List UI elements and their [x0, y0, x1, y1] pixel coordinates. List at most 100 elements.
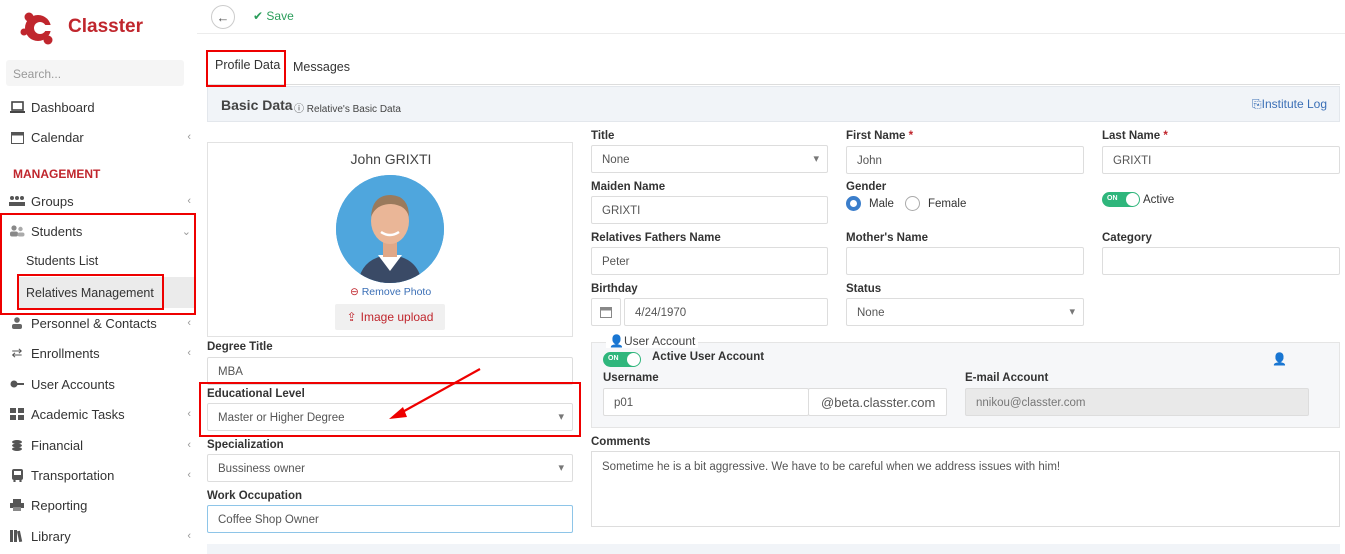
arrow-left-icon: ← — [216, 9, 230, 25]
user-lock-icon: 👤 — [609, 334, 624, 348]
nav-transportation[interactable]: Transportation ‹ — [0, 461, 197, 489]
chevron-down-icon: ⌄ — [181, 225, 191, 238]
back-button[interactable]: ← — [211, 5, 235, 29]
groups-icon — [9, 194, 25, 208]
nav-calendar[interactable]: Calendar ‹ — [0, 123, 197, 151]
sub-relatives-management[interactable]: Relatives Management — [26, 286, 154, 300]
remove-photo-link[interactable]: ⊖ Remove Photo — [350, 286, 431, 298]
profile-photo-card: John GRIXTI ⊖ Remove Photo ⇪ Image upload — [207, 142, 573, 337]
nav-enrollments[interactable]: ⇄ Enrollments ‹ — [0, 339, 197, 367]
user-settings-icon[interactable]: 👤 — [1272, 352, 1287, 366]
nav-library[interactable]: Library ‹ — [0, 522, 197, 550]
degree-title-label: Degree Title — [207, 341, 273, 353]
sub-students-list[interactable]: Students List — [26, 254, 98, 268]
fathers-name-field[interactable]: Peter — [591, 247, 828, 275]
category-field[interactable] — [1102, 247, 1340, 275]
nav-personnel-label: Personnel & Contacts — [31, 315, 157, 331]
classter-logo-icon[interactable] — [18, 10, 58, 46]
mothers-name-label: Mother's Name — [846, 232, 928, 244]
annotation-arrow-icon — [389, 368, 481, 419]
minus-circle-icon: ⊖ — [350, 286, 362, 298]
nav-reporting[interactable]: Reporting — [0, 491, 197, 519]
institute-log-link[interactable]: ⎘Institute Log — [1252, 97, 1327, 112]
nav-financial[interactable]: Financial ‹ — [0, 431, 197, 459]
panel-title: Basic Data — [221, 97, 293, 113]
required-marker: * — [908, 130, 914, 142]
tab-profile-data[interactable]: Profile Data — [215, 58, 280, 72]
comments-label: Comments — [591, 436, 651, 448]
first-name-field[interactable]: John — [846, 146, 1084, 174]
active-user-account-label: Active User Account — [652, 351, 765, 363]
tab-messages[interactable]: Messages — [293, 60, 350, 74]
maiden-name-field[interactable]: GRIXTI — [591, 196, 828, 224]
gender-male-radio[interactable] — [846, 196, 861, 211]
basic-data-header: Basic Data ⓘ Relative's Basic Data ⎘Inst… — [207, 86, 1340, 122]
key-icon — [9, 377, 25, 391]
educational-level-label: Educational Level — [207, 388, 305, 400]
tab-bar: Profile Data Messages — [207, 52, 1340, 85]
chevron-left-icon: ‹ — [187, 439, 191, 451]
email-account-field: nnikou@classter.com — [965, 388, 1309, 416]
gender-female-radio[interactable] — [905, 196, 920, 211]
upload-icon: ⇪ — [346, 310, 357, 324]
save-label: Save — [266, 9, 294, 23]
laptop-icon — [9, 100, 25, 114]
nav-groups-label: Groups — [31, 193, 74, 209]
fathers-name-label: Relatives Fathers Name — [591, 232, 721, 244]
title-label: Title — [591, 130, 615, 142]
nav-students[interactable]: Students ⌄ — [0, 217, 197, 245]
nav-groups[interactable]: Groups ‹ — [0, 187, 197, 215]
active-user-account-toggle[interactable]: ON — [603, 352, 641, 367]
specialization-select[interactable]: Bussiness owner — [207, 454, 573, 482]
users-icon — [9, 224, 25, 238]
gender-label: Gender — [846, 181, 887, 193]
sidebar: Classter Search... Dashboard Calendar ‹ … — [0, 0, 197, 554]
chevron-left-icon: ‹ — [187, 469, 191, 481]
calendar-icon[interactable] — [591, 298, 621, 326]
chevron-left-icon: ‹ — [187, 530, 191, 542]
panel-subtitle-text: Relative's Basic Data — [306, 104, 401, 115]
calendar-icon — [9, 130, 25, 144]
panel-subtitle: ⓘ Relative's Basic Data — [294, 100, 401, 115]
save-button[interactable]: ✔ Save — [253, 9, 294, 23]
nav-academic-tasks[interactable]: Academic Tasks ‹ — [0, 400, 197, 428]
mothers-name-field[interactable] — [846, 247, 1084, 275]
chevron-left-icon: ‹ — [187, 131, 191, 143]
bottom-panel-edge — [207, 544, 1340, 554]
brand-name[interactable]: Classter — [68, 16, 143, 38]
search-input[interactable]: Search... — [6, 60, 184, 86]
section-management: MANAGEMENT — [13, 167, 101, 181]
nav-reporting-label: Reporting — [31, 497, 88, 513]
info-icon: ⓘ — [294, 104, 307, 115]
person-icon — [9, 316, 25, 330]
comments-textarea[interactable]: Sometime he is a bit aggressive. We have… — [591, 451, 1340, 527]
grid-icon — [9, 407, 25, 421]
books-icon — [9, 529, 25, 543]
active-toggle[interactable]: ON — [1102, 192, 1140, 207]
avatar — [336, 175, 444, 283]
nav-user-accounts[interactable]: User Accounts — [0, 370, 197, 398]
username-label: Username — [603, 372, 659, 384]
work-occupation-field[interactable]: Coffee Shop Owner — [207, 505, 573, 533]
last-name-field[interactable]: GRIXTI — [1102, 146, 1340, 174]
printer-icon — [9, 498, 25, 512]
nav-personnel[interactable]: Personnel & Contacts ‹ — [0, 309, 197, 337]
nav-dashboard-label: Dashboard — [31, 99, 95, 115]
work-occupation-label: Work Occupation — [207, 490, 302, 502]
maiden-name-label: Maiden Name — [591, 181, 666, 193]
title-select[interactable]: None — [591, 145, 828, 173]
chevron-left-icon: ‹ — [187, 195, 191, 207]
nav-dashboard[interactable]: Dashboard — [0, 93, 197, 121]
image-upload-button[interactable]: ⇪ Image upload — [335, 304, 445, 330]
nav-transportation-label: Transportation — [31, 467, 115, 483]
username-field[interactable]: p01 — [603, 388, 809, 416]
remove-photo-label: Remove Photo — [361, 286, 432, 298]
birthday-field[interactable]: 4/24/1970 — [624, 298, 828, 326]
image-upload-label: Image upload — [360, 310, 434, 324]
nav-enrollments-label: Enrollments — [31, 345, 100, 361]
status-select[interactable]: None — [846, 298, 1084, 326]
specialization-label: Specialization — [207, 439, 284, 451]
user-account-title-text: User Account — [623, 334, 696, 348]
top-toolbar: ← ✔ Save — [197, 0, 1345, 34]
nav-user-accounts-label: User Accounts — [31, 376, 115, 392]
